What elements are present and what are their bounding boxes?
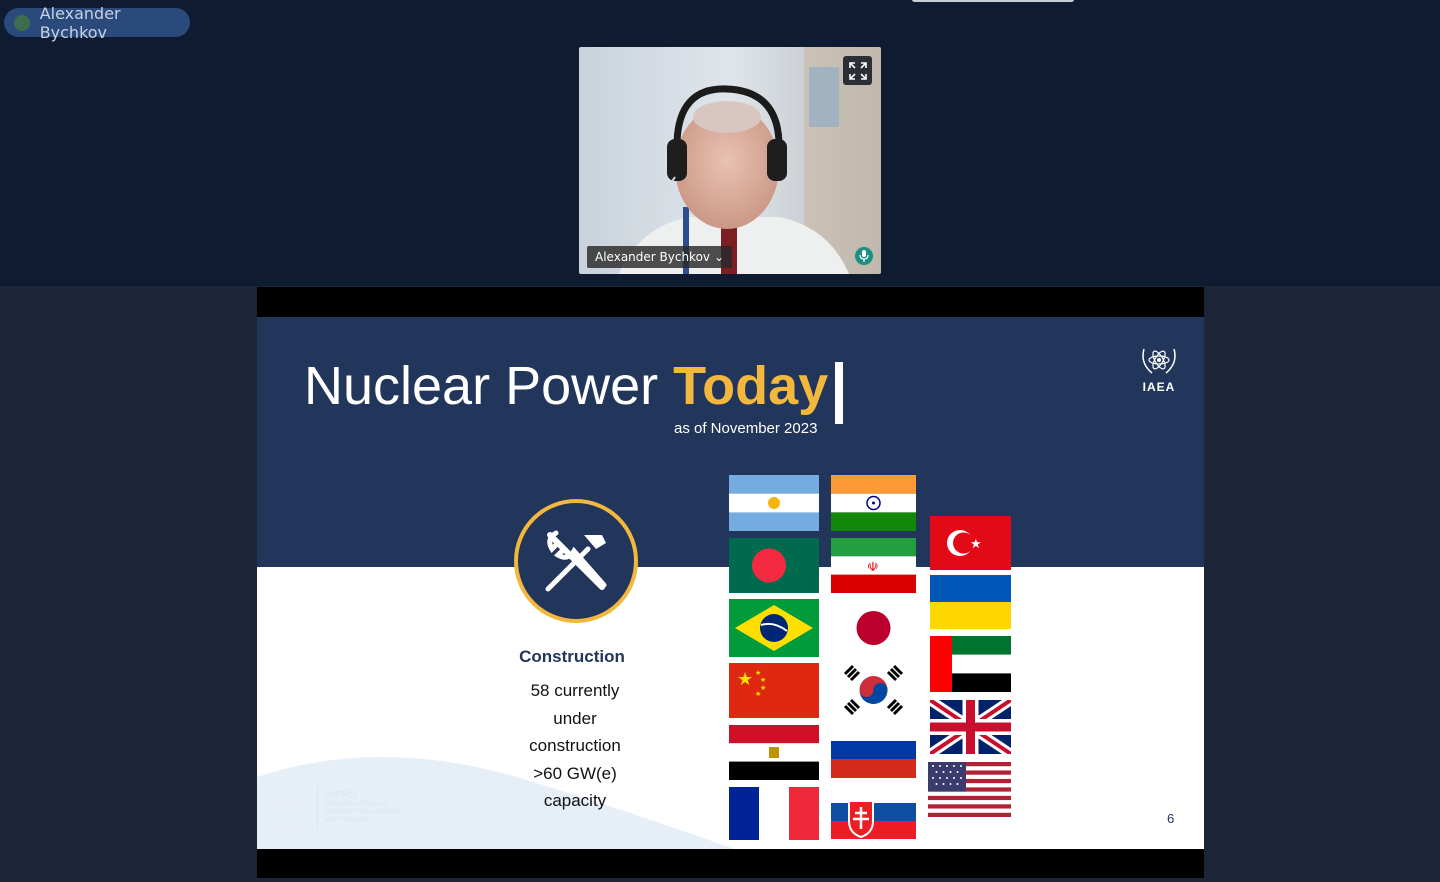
flag-united-states: [928, 762, 1011, 817]
drag-handle[interactable]: [912, 0, 1074, 2]
svg-text:★: ★: [737, 669, 753, 690]
section-heading: Construction: [519, 647, 625, 666]
footer-divider: [317, 785, 318, 829]
footer-logo-text: IAEA: [275, 820, 301, 832]
flag-south-korea: [831, 662, 916, 718]
footer-program: INPRO International Project on Innovativ…: [325, 791, 400, 824]
detail-line: construction: [529, 736, 621, 756]
slide-subtitle: as of November 2023: [674, 420, 818, 437]
footer-program-line: and Fuel Cycles: [325, 817, 369, 823]
slide-title-accent: Today: [673, 356, 829, 416]
presentation-slide: Nuclear Power Today as of November 2023 …: [257, 317, 1204, 849]
flag-turkiye: ★: [930, 516, 1011, 570]
flag-bangladesh: [729, 538, 819, 593]
participant-video-frame: [579, 47, 881, 274]
flag-france: [729, 787, 819, 840]
flag-japan: [831, 600, 916, 656]
flag-slovakia: [831, 797, 916, 839]
flag-uae: [930, 636, 1011, 692]
detail-line: >60 GW(e): [533, 763, 617, 783]
footer-program-line: International Project on: [325, 801, 387, 807]
flag-india: [831, 475, 916, 531]
active-speaker-chip[interactable]: Alexander Bychkov: [4, 4, 190, 42]
chevron-down-icon: ⌄: [714, 250, 725, 264]
footer-iaea-logo: IAEA: [275, 789, 309, 832]
flag-ukraine: [930, 575, 1011, 629]
detail-line: under: [553, 708, 597, 728]
iaea-logo: IAEA: [1136, 343, 1182, 394]
detail-line: capacity: [543, 791, 607, 811]
svg-text:★: ★: [755, 690, 761, 698]
flag-egypt: [729, 725, 819, 780]
construction-icon: [514, 499, 638, 623]
iaea-logo-text: IAEA: [1142, 380, 1176, 394]
flag-united-kingdom: [930, 700, 1011, 754]
svg-text:★: ★: [760, 676, 766, 684]
shared-screen[interactable]: Nuclear Power Today as of November 2023 …: [257, 287, 1204, 878]
slide-page-number: 6: [1167, 811, 1175, 826]
slide-title: Nuclear Power Today: [304, 355, 828, 417]
flag-russia: [831, 741, 916, 778]
footer-program-line: Innovative Nuclear Reactors: [325, 809, 401, 815]
flag-brazil: [729, 599, 819, 657]
atom-laurel-icon: [278, 793, 306, 814]
expand-icon: [848, 61, 867, 80]
footer-program-name: INPRO: [325, 790, 357, 801]
slide-title-main: Nuclear Power: [304, 356, 674, 416]
flag-china: ★ ★ ★ ★ ★: [729, 663, 819, 718]
flag-iran: ☫: [831, 538, 916, 593]
title-accent-bar: [835, 362, 843, 424]
microphone-icon: [855, 247, 873, 265]
svg-text:★: ★: [970, 537, 982, 552]
participant-name: Alexander Bychkov: [595, 250, 711, 264]
participant-name-tag[interactable]: Alexander Bychkov ⌄: [587, 246, 733, 268]
speaker-status-dot: [14, 14, 30, 31]
atom-laurel-icon: [1142, 348, 1176, 374]
participant-video-tile[interactable]: Alexander Bychkov ⌄: [579, 47, 881, 274]
section-details: 58 currently under construction >60 GW(e…: [505, 677, 645, 815]
flag-argentina: [729, 475, 819, 531]
detail-line: 58 currently: [530, 681, 620, 700]
active-speaker-name: Alexander Bychkov: [39, 3, 121, 42]
svg-text:☫: ☫: [867, 560, 879, 575]
expand-video-button[interactable]: [843, 56, 872, 85]
